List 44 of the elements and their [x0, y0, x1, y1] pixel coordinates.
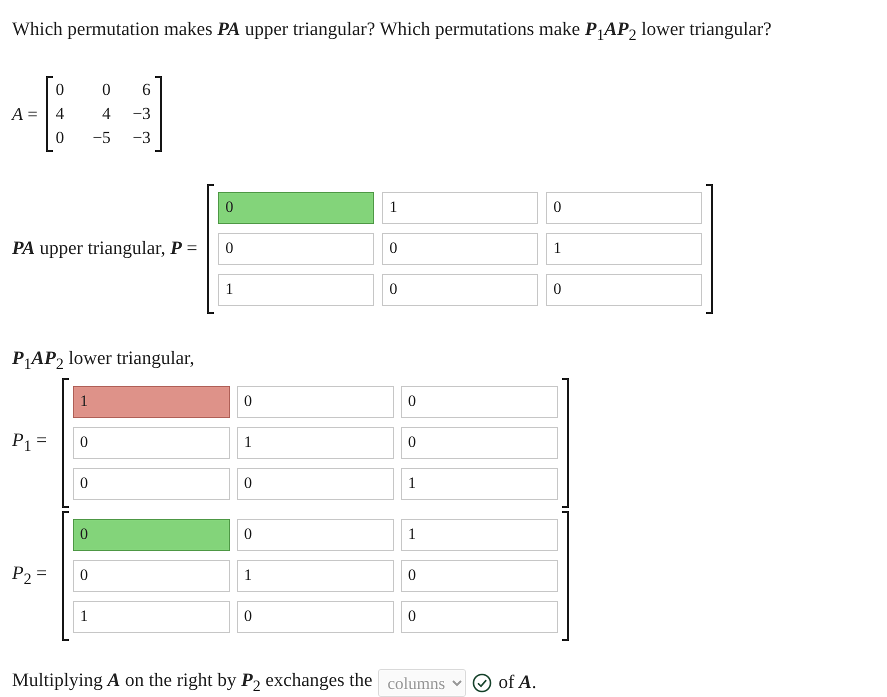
matrix-input[interactable]: 1 [382, 192, 538, 224]
matrix-input[interactable]: 0 [237, 468, 394, 500]
matrix-input[interactable]: 0 [237, 386, 394, 418]
matrix-entry: −5 [92, 127, 112, 150]
matrix-input[interactable]: 0 [401, 427, 558, 460]
matrix-entry: 4 [101, 103, 112, 126]
matrix-input[interactable]: 1 [218, 274, 374, 306]
matrix-input[interactable]: 1 [73, 601, 230, 634]
matrix-input[interactable]: 0 [218, 192, 374, 224]
answer-label: PA upper triangular, P = [12, 238, 198, 260]
matrix-input[interactable]: 0 [237, 519, 394, 552]
matrix-input[interactable]: 0 [218, 233, 374, 266]
matrix-entry: −3 [132, 103, 152, 126]
matrix-input[interactable]: 0 [546, 274, 702, 306]
matrix-input[interactable]: 0 [73, 468, 230, 500]
sentence-text: Multiplying A on the right by P$_{2}$ exchanges the [12, 670, 372, 696]
matrix-label: P$_{1}$ = [12, 430, 48, 456]
matrix-entry: 0 [54, 127, 66, 150]
part-heading: P$_{1}$AP$_{2}$ lower triangular, [12, 348, 196, 374]
matrix-input[interactable]: 1 [401, 519, 558, 552]
matrix-input[interactable]: 0 [401, 601, 558, 634]
matrix-entry: 6 [141, 79, 152, 102]
matrix-entry: 4 [54, 103, 66, 126]
matrix-label: P$_{2}$ = [12, 563, 48, 590]
matrix-entry: −3 [132, 127, 152, 150]
matrix-entry: 0 [54, 79, 66, 102]
matrix-input[interactable]: 0 [382, 274, 538, 306]
matrix-input[interactable]: 0 [73, 560, 230, 592]
matrix-input[interactable]: 0 [401, 560, 558, 592]
matrix-input[interactable]: 1 [237, 427, 394, 460]
matrix-label: A = [12, 104, 38, 125]
matrix-input[interactable]: 0 [401, 386, 558, 418]
sentence-text: of A. [498, 672, 536, 694]
matrix-input[interactable]: 0 [382, 233, 538, 266]
matrix-input[interactable]: 1 [73, 386, 230, 418]
matrix-input[interactable]: 0 [73, 427, 230, 460]
matrix-input[interactable]: 0 [237, 601, 394, 634]
matrix-input[interactable]: 1 [401, 468, 558, 500]
matrix-input[interactable]: 0 [73, 519, 230, 552]
matrix-input[interactable]: 0 [546, 192, 702, 224]
matrix-input[interactable]: 1 [237, 560, 394, 592]
matrix-entry: 0 [101, 79, 112, 102]
question-text: Which permutation makes PA upper triangular? Which permutations make P$_{1}$AP$_{2}$ lower triangular? [12, 18, 773, 46]
matrix-input[interactable]: 1 [546, 233, 702, 266]
